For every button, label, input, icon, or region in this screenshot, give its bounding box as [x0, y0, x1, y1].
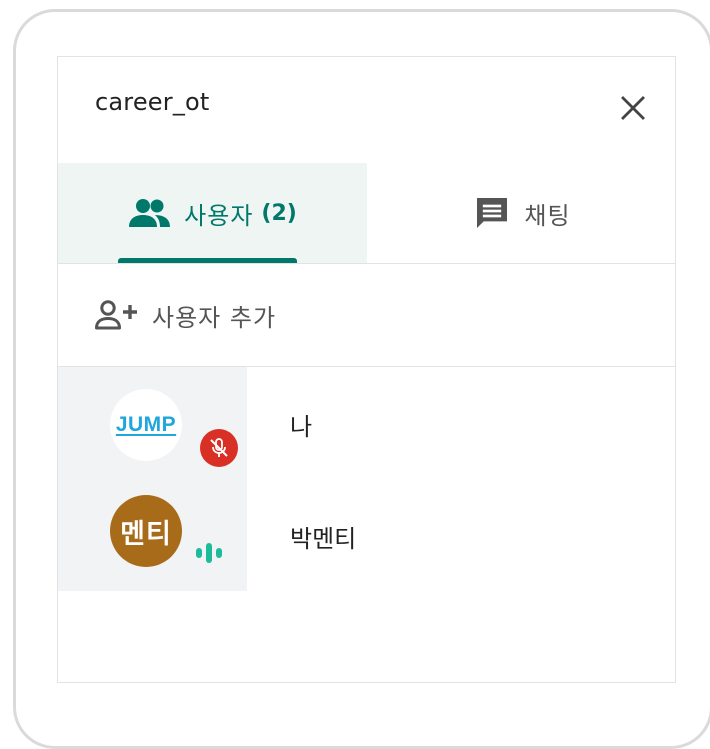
add-people-button[interactable]: 사용자 추가: [58, 264, 675, 367]
avatar-column: 멘티: [58, 479, 247, 591]
tab-chat[interactable]: 채팅: [367, 163, 676, 263]
audio-bar: [196, 548, 202, 558]
people-icon: [128, 197, 172, 229]
panel-header: career_ot: [58, 57, 675, 163]
avatar-initials: 멘티: [120, 518, 172, 550]
mic-off-icon: [200, 429, 238, 467]
tab-bar: 사용자 (2) 채팅: [58, 163, 675, 264]
tab-chat-label: 채팅: [524, 201, 571, 230]
participant-name: 나: [290, 413, 313, 441]
participant-row[interactable]: 멘티 박멘티: [58, 479, 675, 591]
active-tab-indicator: [118, 258, 297, 263]
person-add-icon: [94, 299, 142, 331]
avatar-logo-text: JUMP: [115, 413, 177, 436]
audio-level-icon: [196, 540, 232, 566]
meeting-title: career_ot: [95, 88, 210, 116]
participant-name: 박멘티: [290, 525, 357, 553]
participant-row[interactable]: JUMP 나: [58, 367, 675, 479]
participant-list: JUMP 나 멘티 박멘티: [58, 367, 675, 591]
close-button[interactable]: [615, 90, 651, 126]
close-icon: [621, 96, 645, 120]
chat-icon: [472, 193, 512, 233]
people-panel: career_ot 사용자 (2) 채팅 사용자 추가 JUMP 나 멘티 박멘…: [57, 56, 676, 683]
avatar-column: JUMP: [58, 367, 247, 479]
tab-people[interactable]: 사용자 (2): [58, 163, 367, 263]
audio-bar: [216, 548, 222, 558]
audio-bar: [206, 543, 212, 563]
avatar: JUMP: [110, 389, 182, 461]
add-people-label: 사용자 추가: [152, 303, 277, 332]
tab-people-label: 사용자: [184, 201, 254, 230]
tab-people-count: (2): [261, 200, 297, 226]
avatar: 멘티: [110, 495, 182, 567]
